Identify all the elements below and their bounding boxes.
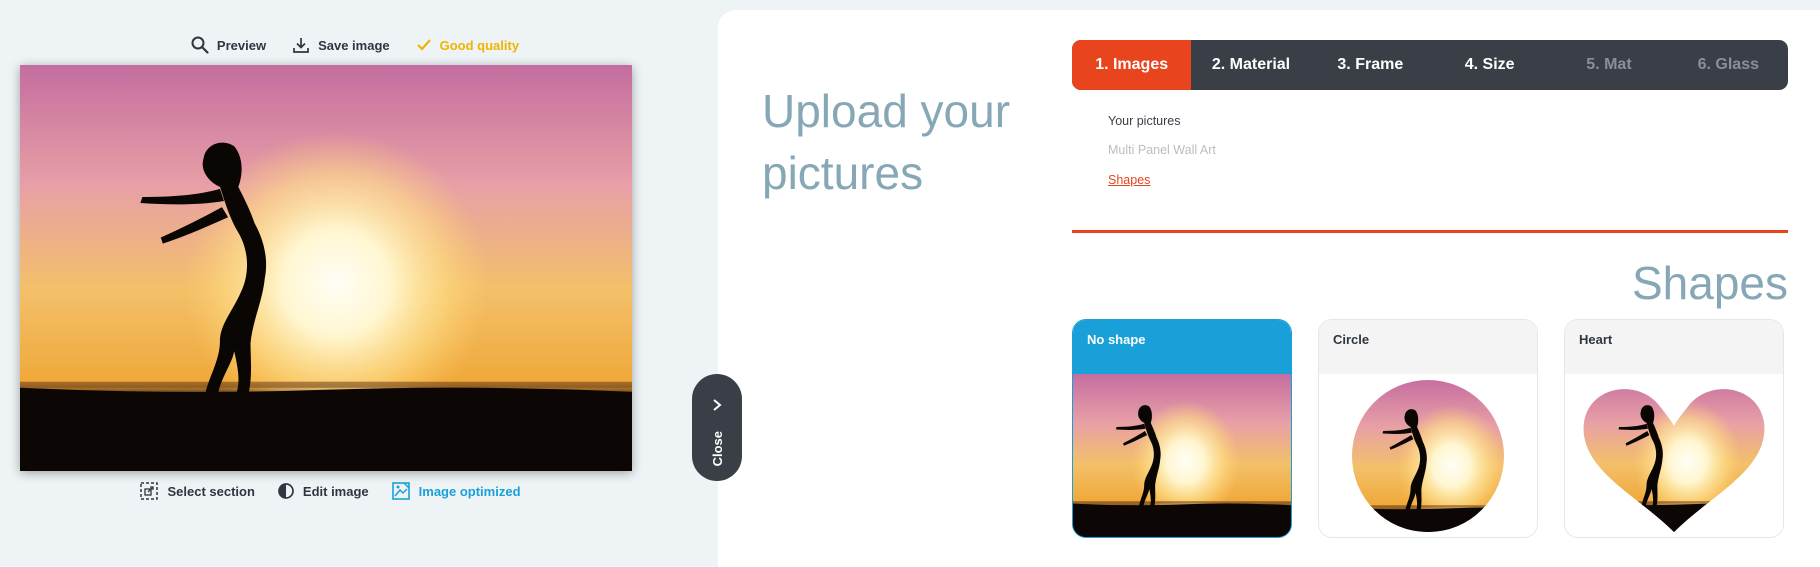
save-image-button[interactable]: Save image bbox=[292, 36, 390, 54]
shape-option-label: Heart bbox=[1565, 320, 1783, 374]
step-material[interactable]: 2. Material bbox=[1191, 40, 1310, 90]
shape-preview-none bbox=[1073, 374, 1291, 537]
step-glass: 6. Glass bbox=[1697, 56, 1759, 73]
subnav-shapes[interactable]: Shapes bbox=[1108, 173, 1218, 187]
shape-option-circle[interactable]: Circle bbox=[1318, 319, 1538, 538]
chevron-right-icon bbox=[711, 398, 723, 417]
edit-image-label: Edit image bbox=[302, 483, 369, 499]
save-image-label: Save image bbox=[318, 37, 390, 53]
shape-option-none[interactable]: No shape bbox=[1072, 319, 1292, 538]
quality-indicator: Good quality bbox=[416, 38, 519, 53]
section-heading: Shapes bbox=[1631, 257, 1788, 309]
shape-option-label: Circle bbox=[1319, 320, 1537, 374]
page-title: Upload your pictures bbox=[762, 85, 1011, 199]
crop-icon bbox=[139, 481, 159, 501]
contrast-icon bbox=[277, 482, 295, 500]
subnav-multi-panel: Multi Panel Wall Art bbox=[1108, 143, 1216, 157]
subnav-your-pictures[interactable]: Your pictures bbox=[1108, 114, 1218, 128]
close-label: Close bbox=[709, 431, 725, 467]
quality-label: Good quality bbox=[439, 37, 520, 53]
checkmark-icon bbox=[416, 38, 432, 52]
select-section-label: Select section bbox=[167, 483, 255, 499]
shape-option-label: No shape bbox=[1073, 320, 1291, 374]
preview-image bbox=[20, 65, 632, 471]
step-frame[interactable]: 3. Frame bbox=[1311, 40, 1430, 90]
step-navigation: 1. Images 2. Material 3. Frame 4. Size 5… bbox=[1072, 40, 1788, 90]
image-toolbar: Select section Edit image Image optimize… bbox=[0, 480, 660, 502]
preview-label: Preview bbox=[216, 37, 267, 53]
select-section-button[interactable]: Select section bbox=[139, 481, 255, 501]
shape-preview-circle bbox=[1319, 374, 1537, 537]
step-mat: 5. Mat bbox=[1586, 56, 1632, 73]
image-optimized-button[interactable]: Image optimized bbox=[391, 481, 521, 501]
preview-button[interactable]: Preview bbox=[191, 36, 266, 54]
shape-preview-heart bbox=[1565, 374, 1783, 537]
section-divider bbox=[1072, 230, 1788, 233]
image-optimized-label: Image optimized bbox=[418, 483, 521, 499]
download-icon bbox=[292, 36, 310, 54]
magnifier-icon bbox=[191, 36, 209, 54]
sub-navigation: Your pictures Multi Panel Wall Art Shape… bbox=[1108, 114, 1218, 187]
close-panel-button[interactable]: Close bbox=[692, 374, 742, 481]
edit-image-button[interactable]: Edit image bbox=[277, 482, 369, 500]
preview-toolbar: Preview Save image Good quality bbox=[0, 34, 710, 56]
configurator-panel: Upload your pictures 1. Images 2. Materi… bbox=[718, 10, 1820, 567]
shape-option-heart[interactable]: Heart bbox=[1564, 319, 1784, 538]
step-images[interactable]: 1. Images bbox=[1072, 40, 1192, 90]
step-size[interactable]: 4. Size bbox=[1430, 40, 1549, 90]
image-enhance-icon bbox=[391, 481, 411, 501]
